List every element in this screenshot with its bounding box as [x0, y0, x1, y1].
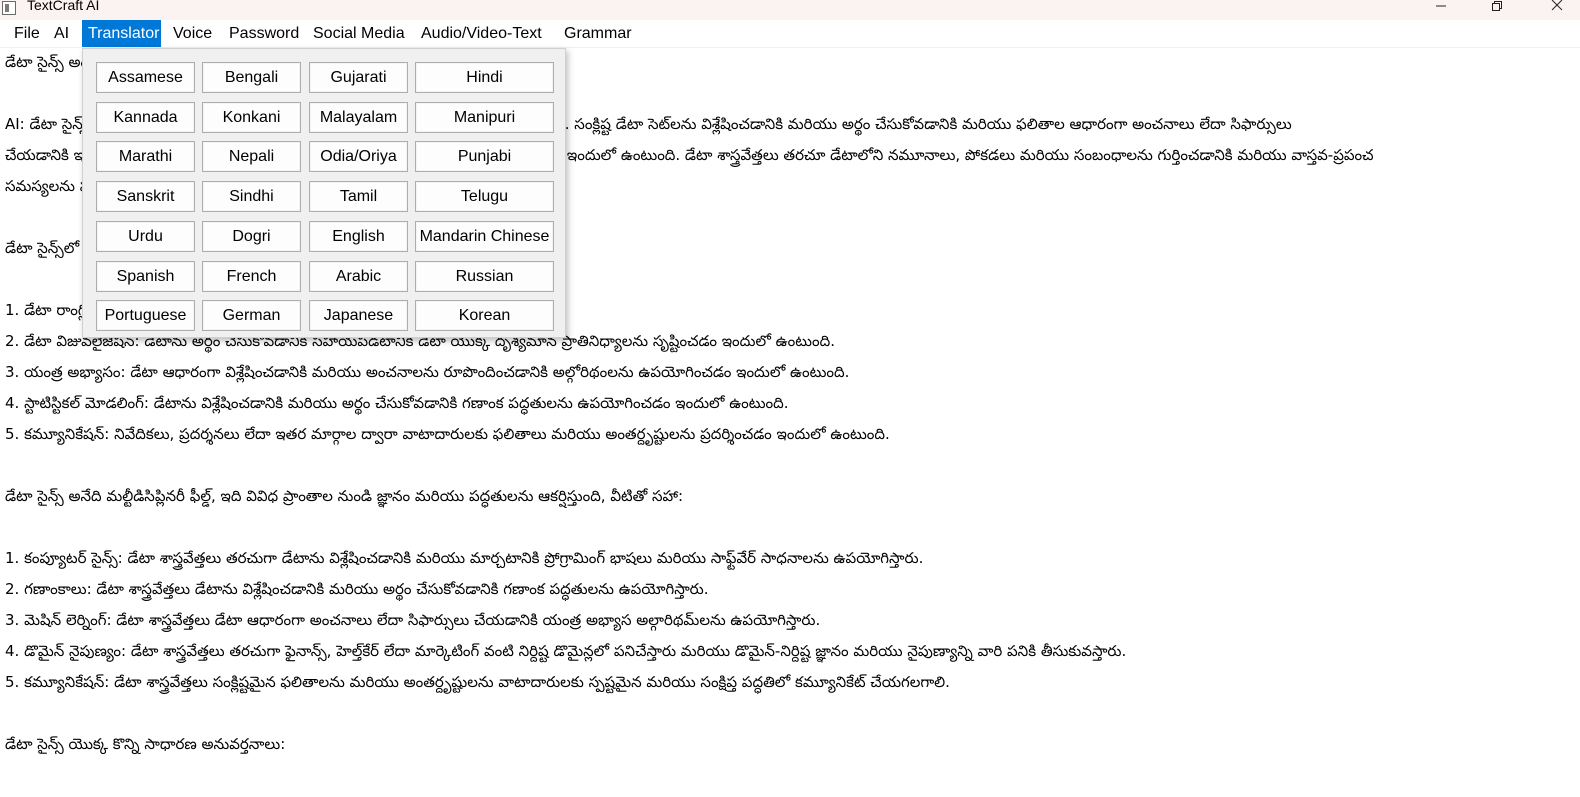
- language-button-telugu[interactable]: Telugu: [415, 181, 554, 212]
- restore-icon: [1492, 1, 1502, 11]
- language-button-bengali[interactable]: Bengali: [202, 62, 301, 93]
- language-button-german[interactable]: German: [202, 300, 301, 331]
- minimize-icon: [1436, 5, 1446, 7]
- language-button-hindi[interactable]: Hindi: [415, 62, 554, 93]
- language-button-portuguese[interactable]: Portuguese: [96, 300, 195, 331]
- language-button-dogri[interactable]: Dogri: [202, 221, 301, 252]
- language-button-sindhi[interactable]: Sindhi: [202, 181, 301, 212]
- language-button-korean[interactable]: Korean: [415, 300, 554, 331]
- language-button-punjabi[interactable]: Punjabi: [415, 141, 554, 172]
- language-button-spanish[interactable]: Spanish: [96, 261, 195, 292]
- language-button-konkani[interactable]: Konkani: [202, 102, 301, 133]
- document-line: 3. యంత్ర అభ్యాసం: డేటా ఆధారంగా విశ్లేషిం…: [5, 363, 850, 381]
- menu-password[interactable]: Password: [223, 20, 305, 47]
- language-button-assamese[interactable]: Assamese: [96, 62, 195, 93]
- menu-audio-video-text[interactable]: Audio/Video-Text: [415, 20, 548, 47]
- restore-button[interactable]: [1474, 0, 1520, 20]
- menu-file[interactable]: File: [8, 20, 46, 47]
- document-line: డేటా సైన్స్ అనేది మల్టీడిసిప్లినరీ ఫీల్డ…: [5, 487, 684, 505]
- language-button-gujarati[interactable]: Gujarati: [309, 62, 408, 93]
- document-line: డేటా సైన్స్ యొక్క కొన్ని సాధారణ అనువర్తన…: [5, 735, 286, 753]
- menu-grammar[interactable]: Grammar: [558, 20, 638, 47]
- document-line: 3. మెషిన్ లెర్నింగ్: డేటా శాస్త్రవేత్తలు…: [5, 611, 821, 629]
- close-button[interactable]: [1534, 0, 1580, 20]
- menu-translator[interactable]: Translator: [82, 20, 161, 47]
- language-button-mandarin-chinese[interactable]: Mandarin Chinese: [415, 221, 554, 252]
- close-icon: [1551, 0, 1563, 11]
- menu-bar: File AI Translator Voice Password Social…: [0, 20, 1580, 48]
- menu-social-media[interactable]: Social Media: [307, 20, 411, 47]
- translator-dropdown: Assamese Bengali Gujarati Hindi Kannada Konka…: [82, 48, 566, 338]
- language-button-nepali[interactable]: Nepali: [202, 141, 301, 172]
- language-button-kannada[interactable]: Kannada: [96, 102, 195, 133]
- language-button-malayalam[interactable]: Malayalam: [309, 102, 408, 133]
- document-line: 4. స్టాటిస్టికల్ మోడలింగ్: డేటాను విశ్లే…: [5, 394, 789, 412]
- document-line: 4. డొమైన్ నైపుణ్యం: డేటా శాస్త్రవేత్తలు …: [5, 642, 1127, 660]
- language-button-french[interactable]: French: [202, 261, 301, 292]
- document-line: 1. ప్రిడిక్టివ్ మోడలింగ్: డేటా శాస్త్రవే…: [5, 791, 1575, 797]
- language-button-arabic[interactable]: Arabic: [309, 261, 408, 292]
- language-button-urdu[interactable]: Urdu: [96, 221, 195, 252]
- document-line: 5. కమ్యూనికేషన్: నివేదికలు, ప్రదర్శనలు ల…: [5, 425, 890, 443]
- menu-ai[interactable]: AI: [48, 20, 75, 47]
- minimize-button[interactable]: [1418, 0, 1464, 20]
- language-button-russian[interactable]: Russian: [415, 261, 554, 292]
- language-button-manipuri[interactable]: Manipuri: [415, 102, 554, 133]
- title-bar: TextCraft AI: [0, 0, 1580, 20]
- document-line: 2. గణాంకాలు: డేటా శాస్త్రవేత్తలు డేటాను …: [5, 580, 709, 598]
- language-button-tamil[interactable]: Tamil: [309, 181, 408, 212]
- language-button-sanskrit[interactable]: Sanskrit: [96, 181, 195, 212]
- menu-voice[interactable]: Voice: [167, 20, 218, 47]
- document-line: 1. కంప్యూటర్ సైన్స్: డేటా శాస్త్రవేత్తలు…: [5, 549, 924, 567]
- language-button-marathi[interactable]: Marathi: [96, 141, 195, 172]
- language-button-odia-oriya[interactable]: Odia/Oriya: [309, 141, 408, 172]
- app-icon: [2, 1, 16, 15]
- language-button-japanese[interactable]: Japanese: [309, 300, 408, 331]
- document-line: 5. కమ్యూనికేషన్: డేటా శాస్త్రవేత్తలు సంక…: [5, 673, 950, 691]
- language-button-english[interactable]: English: [309, 221, 408, 252]
- window-title: TextCraft AI: [27, 0, 100, 13]
